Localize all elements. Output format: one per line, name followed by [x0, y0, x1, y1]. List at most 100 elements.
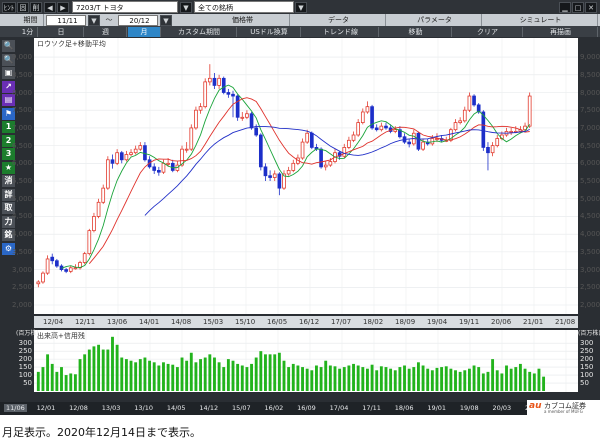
volume-tick-label-right: 150: [580, 363, 594, 372]
price-tick-label: 7,500: [11, 106, 32, 115]
volume-chart-panel: [34, 330, 578, 392]
top-toolbar: ﾋﾝﾄ 固 削 ◀ ▶ 7203/T トヨタ ▼ 全ての銘柄 ▼ ▁ □ ✕: [0, 0, 600, 14]
x-tick-label: 18/09: [395, 318, 416, 326]
trendline-button[interactable]: トレンド線: [303, 27, 379, 37]
usd-convert-button[interactable]: USドル換算: [238, 27, 301, 37]
forward-button[interactable]: ▶: [57, 2, 69, 13]
range-monthly[interactable]: 月: [128, 27, 161, 37]
price-tick-label-right: 4,500: [580, 212, 600, 221]
sidebar-item-9[interactable]: 3: [2, 148, 15, 160]
price-tick-label: 2,500: [11, 283, 32, 292]
overview-date-label: 16/02: [264, 404, 284, 412]
volume-tick-label-right: 100: [580, 371, 594, 380]
arrow-right-icon: ▶: [60, 4, 66, 12]
x-tick-label: 19/11: [459, 318, 480, 326]
volume-tick-label-right: 50: [580, 379, 589, 388]
price-tick-label-right: 3,000: [580, 265, 600, 274]
symbol-field[interactable]: 7203/T トヨタ: [72, 1, 178, 13]
price-tick-label: 3,500: [11, 247, 32, 256]
price-tick-label-right: 5,500: [580, 177, 600, 186]
price-tick-label: 9,000: [11, 53, 32, 62]
brand-logo: au: [529, 401, 542, 411]
period-from-field[interactable]: 11/11: [46, 15, 86, 26]
range-1min[interactable]: 1分: [18, 27, 38, 37]
price-tick-label: 8,500: [11, 70, 32, 79]
range-daily[interactable]: 日: [39, 27, 84, 37]
move-button[interactable]: 移動: [380, 27, 452, 37]
price-tick-label: 7,000: [11, 123, 32, 132]
price-tick-label-right: 8,500: [580, 70, 600, 79]
volume-unit-left: (百万株): [16, 330, 39, 337]
arrow-left-icon: ◀: [47, 4, 53, 12]
tab-parameters[interactable]: パラメータ: [388, 14, 482, 26]
volume-tick-label: 300: [18, 339, 32, 348]
price-tick-label-right: 2,500: [580, 283, 600, 292]
volume-unit-right: (百万株): [578, 330, 600, 337]
x-tick-label: 14/01: [139, 318, 160, 326]
filter-field[interactable]: 全ての銘柄: [194, 1, 294, 13]
overview-date-label: 12/08: [69, 404, 88, 412]
price-tick-label: 5,000: [11, 194, 32, 203]
redraw-button[interactable]: 再描画: [524, 27, 598, 37]
volume-tick-label-right: 300: [580, 339, 594, 348]
overview-date-label: 11/06: [4, 404, 27, 412]
overview-date-label: 18/06: [394, 404, 414, 412]
price-tick-label-right: 6,000: [580, 159, 600, 168]
brand-badge: au カブコム証券 a member of MUFG: [527, 400, 600, 415]
x-tick-label: 13/06: [107, 318, 128, 326]
period-from-dropdown[interactable]: ▼: [88, 15, 100, 26]
x-tick-label: 19/04: [427, 318, 448, 326]
price-tick-label-right: 7,000: [580, 123, 600, 132]
range-weekly[interactable]: 週: [85, 27, 127, 37]
x-tick-label: 15/10: [235, 318, 256, 326]
period-to-field[interactable]: 20/12: [118, 15, 158, 26]
x-tick-label: 21/01: [523, 318, 544, 326]
price-tick-label-right: 9,000: [580, 53, 600, 62]
volume-tick-label-right: 200: [580, 355, 594, 364]
delete-button[interactable]: 削: [30, 2, 42, 13]
price-tick-label: 2,000: [11, 301, 32, 309]
x-tick-label: 14/08: [171, 318, 192, 326]
symbol-dropdown-button[interactable]: ▼: [180, 2, 192, 13]
x-tick-label: 12/11: [75, 318, 96, 326]
price-tick-label: 6,500: [11, 141, 32, 150]
minimize-button[interactable]: ▁: [559, 2, 571, 13]
volume-tick-label: 200: [18, 355, 32, 364]
x-tick-label: 21/08: [555, 318, 576, 326]
tab-price-band[interactable]: 価格帯: [196, 14, 290, 26]
price-tick-label: 5,500: [11, 177, 32, 186]
clear-button[interactable]: クリア: [453, 27, 523, 37]
period-label: 期間: [18, 14, 44, 26]
period-to-dropdown[interactable]: ▼: [160, 15, 172, 26]
filter-dropdown-button[interactable]: ▼: [295, 2, 307, 13]
custom-period-button[interactable]: カスタム期間: [162, 27, 237, 37]
tab-simulate[interactable]: シミュレート: [484, 14, 598, 26]
overview-date-label: 17/11: [362, 404, 381, 412]
maximize-button[interactable]: □: [572, 2, 584, 13]
app-window: ﾋﾝﾄ 固 削 ◀ ▶ 7203/T トヨタ ▼ 全ての銘柄 ▼ ▁ □ ✕ 期…: [0, 0, 600, 415]
overview-date-label: 15/07: [231, 404, 251, 412]
x-tick-label: 18/02: [363, 318, 384, 326]
volume-tick-label: 50: [23, 379, 32, 388]
minimize-icon: ▁: [562, 4, 568, 12]
chevron-down-icon: ▼: [91, 17, 97, 25]
price-tick-label: 4,000: [11, 230, 32, 239]
close-button[interactable]: ✕: [585, 2, 597, 13]
brand-subtitle: a member of MUFG: [544, 409, 583, 414]
volume-panel-label: 出来高+信用残: [37, 332, 85, 340]
price-chart-panel: [34, 38, 578, 314]
overview-date-label: 20/03: [492, 404, 512, 412]
price-tick-label-right: 6,500: [580, 141, 600, 150]
chevron-down-icon: ▼: [298, 4, 304, 12]
hint-button[interactable]: ﾋﾝﾄ: [2, 2, 16, 13]
back-button[interactable]: ◀: [44, 2, 56, 13]
price-tick-label: 4,500: [11, 212, 32, 221]
x-tick-label: 12/04: [43, 318, 64, 326]
sidebar-zoom-in-button[interactable]: 🔍: [2, 40, 15, 52]
volume-tick-label: 250: [18, 347, 32, 356]
price-tick-label-right: 7,500: [580, 106, 600, 115]
x-tick-label: 20/06: [491, 318, 512, 326]
pin-button[interactable]: 固: [17, 2, 29, 13]
x-tick-label: 17/07: [331, 318, 352, 326]
tab-data[interactable]: データ: [292, 14, 386, 26]
